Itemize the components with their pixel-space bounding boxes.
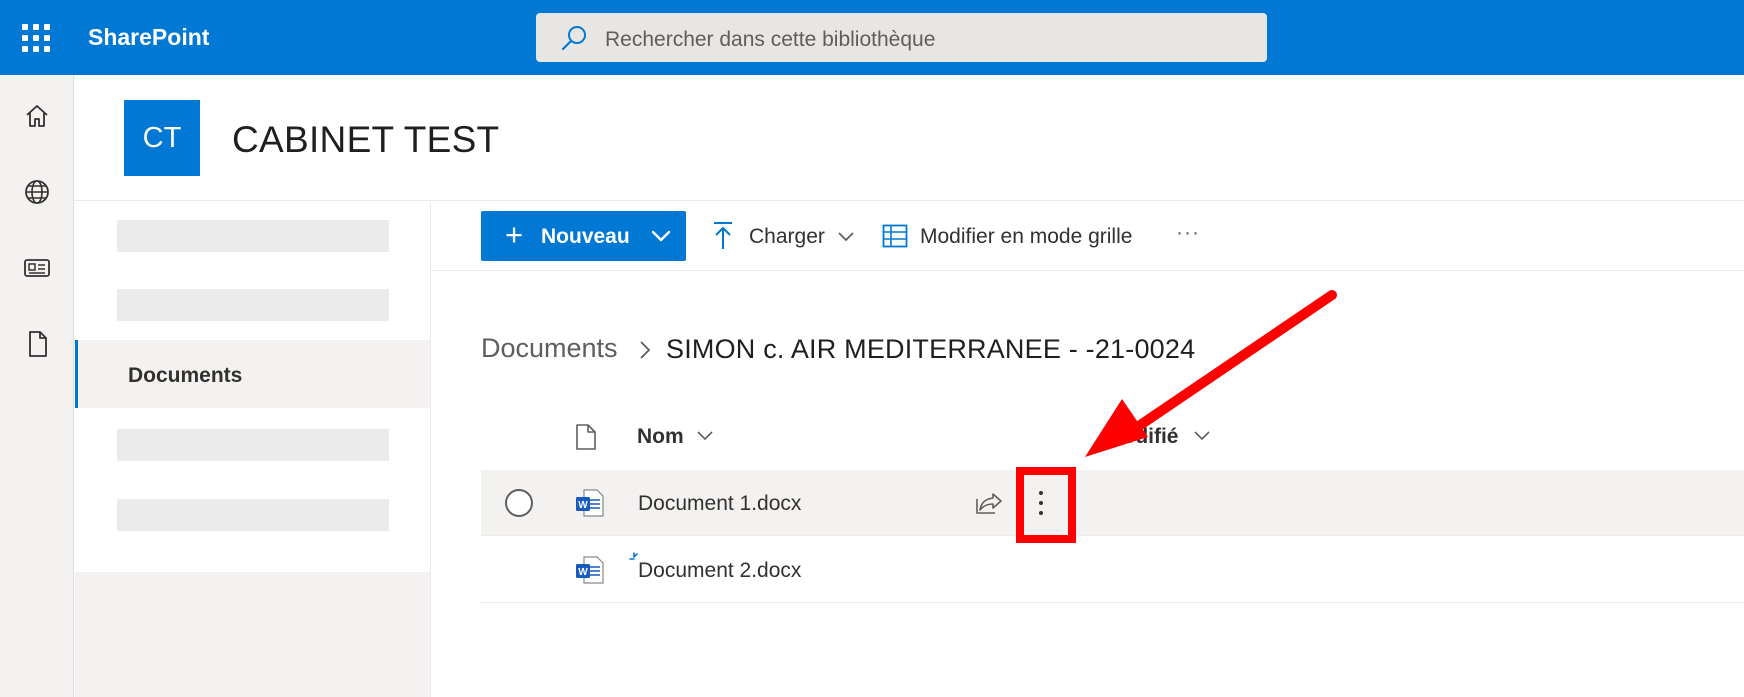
commandbar-divider <box>431 270 1744 271</box>
upload-button[interactable]: Charger <box>710 219 860 255</box>
chevron-down-icon[interactable] <box>1193 430 1211 442</box>
nav-placeholder <box>117 499 389 531</box>
nav-placeholder <box>117 289 389 321</box>
svg-text:W: W <box>578 567 588 578</box>
chevron-right-icon <box>640 341 651 359</box>
chevron-down-icon <box>651 230 671 242</box>
breadcrumb-root[interactable]: Documents <box>481 333 618 364</box>
chevron-down-icon <box>838 232 854 242</box>
more-actions-icon[interactable] <box>1034 487 1048 519</box>
file-type-icon[interactable] <box>575 423 597 451</box>
grid-edit-label: Modifier en mode grille <box>920 225 1133 248</box>
nav-item-documents[interactable]: Documents <box>75 340 430 408</box>
nav-item-label: Documents <box>128 364 243 387</box>
search-placeholder: Rechercher dans cette bibliothèque <box>605 28 936 51</box>
table-row[interactable]: W Document 2.docx <box>481 537 1744 603</box>
nav-footer-area <box>75 572 430 697</box>
more-commands-button[interactable]: ··· <box>1176 219 1206 255</box>
globe-icon[interactable] <box>22 177 52 207</box>
site-navigation: Documents <box>75 202 430 572</box>
app-launcher-icon[interactable] <box>22 24 50 52</box>
search-box[interactable]: Rechercher dans cette bibliothèque <box>536 13 1267 62</box>
app-name[interactable]: SharePoint <box>88 24 209 51</box>
upload-label: Charger <box>749 225 825 248</box>
new-button-label: Nouveau <box>541 225 630 248</box>
more-commands-label: ··· <box>1176 221 1200 244</box>
svg-text:W: W <box>578 500 588 511</box>
nav-divider <box>430 202 431 697</box>
header-divider <box>74 200 1744 201</box>
new-button[interactable]: + Nouveau <box>481 211 686 261</box>
column-header-modified[interactable]: Modifié <box>1105 425 1179 449</box>
grid-edit-button[interactable]: Modifier en mode grille <box>880 219 1150 255</box>
upload-icon <box>714 222 732 249</box>
home-icon[interactable] <box>22 101 52 131</box>
app-bar <box>0 75 74 697</box>
share-icon[interactable] <box>975 491 1003 515</box>
news-icon[interactable] <box>22 253 52 283</box>
table-row[interactable]: W Document 1.docx <box>481 470 1744 536</box>
breadcrumb-current: SIMON c. AIR MEDITERRANEE - -21-0024 <box>666 334 1196 364</box>
chevron-down-icon[interactable] <box>696 430 714 442</box>
nav-placeholder <box>117 429 389 461</box>
file-name[interactable]: Document 2.docx <box>638 559 801 583</box>
grid-icon <box>882 224 908 248</box>
site-logo[interactable]: CT <box>124 100 200 176</box>
column-header-name[interactable]: Nom <box>637 425 684 449</box>
plus-icon: + <box>505 217 524 252</box>
site-title[interactable]: CABINET TEST <box>232 119 499 161</box>
file-name[interactable]: Document 1.docx <box>638 492 801 516</box>
nav-placeholder <box>117 220 389 252</box>
search-icon <box>561 26 586 51</box>
file-icon[interactable] <box>22 329 52 359</box>
word-doc-icon: W <box>576 489 604 517</box>
word-doc-icon: W <box>576 556 604 584</box>
row-select-checkbox[interactable] <box>505 489 533 517</box>
suite-bar: SharePoint Rechercher dans cette bibliot… <box>0 0 1744 75</box>
